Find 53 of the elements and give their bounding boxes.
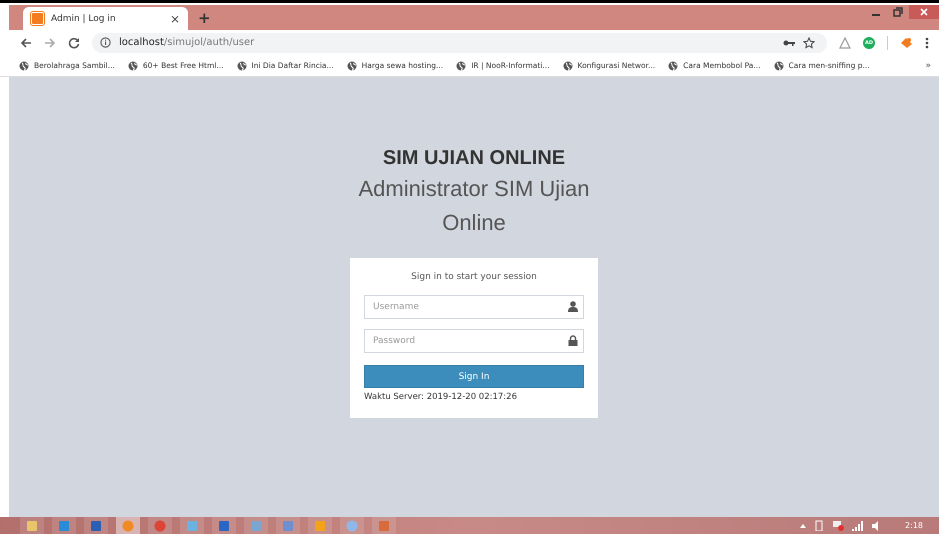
reload-icon[interactable] xyxy=(68,36,80,48)
app-title: SIM UJIAN ONLINE xyxy=(382,147,566,170)
app-icon xyxy=(90,520,102,532)
lock-icon xyxy=(568,335,578,346)
app-icon xyxy=(26,520,38,532)
circle-icon xyxy=(122,520,134,532)
user-icon xyxy=(568,301,578,312)
browser-tab[interactable]: Admin | Log in × xyxy=(23,7,188,30)
login-message: Sign in to start your session xyxy=(410,272,538,282)
globe-icon xyxy=(346,60,357,70)
star-icon[interactable] xyxy=(803,36,815,48)
close-icon[interactable] xyxy=(909,5,939,19)
password-field[interactable]: Password xyxy=(364,329,584,353)
signal-icon[interactable] xyxy=(852,520,864,530)
globe-icon xyxy=(562,60,573,70)
new-tab-button[interactable]: + xyxy=(198,9,211,27)
app-icon xyxy=(282,520,294,532)
taskbar-app[interactable] xyxy=(84,517,108,534)
address-bar[interactable]: localhost/simujol/auth/user xyxy=(92,32,827,52)
forward-icon[interactable] xyxy=(44,36,56,48)
extension-icon[interactable] xyxy=(900,36,913,48)
extension-icon[interactable] xyxy=(839,36,851,48)
globe-icon xyxy=(668,60,678,70)
more-bookmarks-button[interactable]: » xyxy=(925,60,931,70)
info-icon xyxy=(100,37,111,48)
globe-icon xyxy=(128,60,138,70)
taskbar-app[interactable] xyxy=(212,517,236,534)
username-field[interactable]: Username xyxy=(364,295,584,319)
app-icon xyxy=(218,520,230,532)
app-icon xyxy=(186,520,198,532)
globe-icon xyxy=(236,60,246,70)
globe-icon xyxy=(774,60,784,70)
taskbar-app[interactable] xyxy=(20,517,44,534)
circle-icon xyxy=(154,520,166,532)
app-icon xyxy=(250,520,262,532)
tab-title: Admin | Log in xyxy=(51,14,117,24)
back-icon[interactable] xyxy=(20,36,32,48)
tray-arrow-icon[interactable] xyxy=(800,524,806,528)
taskbar-app[interactable] xyxy=(148,517,172,534)
globe-icon xyxy=(456,60,466,70)
app-icon xyxy=(314,520,326,532)
app-subtitle: Administrator SIM Ujian Online xyxy=(357,175,591,237)
close-tab-button[interactable]: × xyxy=(170,12,180,26)
globe-icon xyxy=(19,60,29,70)
server-time: Waktu Server: 2019-12-20 02:17:26 xyxy=(364,392,518,402)
key-icon[interactable] xyxy=(783,38,795,46)
app-icon xyxy=(378,520,390,532)
network-flag-icon[interactable] xyxy=(832,520,844,531)
app-icon xyxy=(346,520,358,532)
battery-icon[interactable] xyxy=(814,520,824,531)
menu-icon[interactable] xyxy=(925,36,929,48)
sign-in-button[interactable]: Sign In xyxy=(364,365,584,388)
app-icon xyxy=(58,520,70,532)
